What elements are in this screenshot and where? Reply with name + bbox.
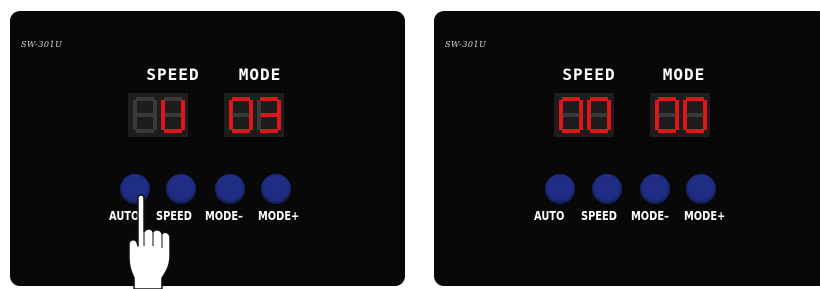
pointing-hand-icon [128, 194, 171, 289]
speed-button-label: SPEED [581, 209, 617, 223]
speed-digit-2 [161, 97, 185, 133]
speed-label: SPEED [562, 65, 616, 84]
mode-label: MODE [238, 65, 282, 84]
mode-minus-button[interactable] [640, 174, 670, 204]
mode-digit-2 [257, 97, 281, 133]
mode-display [224, 93, 284, 137]
mode-minus-label: MODE– [205, 209, 243, 223]
mode-digit-1 [229, 97, 253, 133]
mode-minus-button[interactable] [215, 174, 245, 204]
speed-digit-1 [559, 97, 583, 133]
model-label: SW-301U [21, 40, 63, 49]
mode-digit-1 [655, 97, 679, 133]
auto-button[interactable] [545, 174, 575, 204]
mode-minus-label: MODE– [631, 209, 669, 223]
controller-panel-right: SW-301U SPEED MODE AUTO SPEED MODE– MODE… [434, 11, 820, 286]
model-label: SW-301U [445, 40, 487, 49]
mode-plus-button[interactable] [261, 174, 291, 204]
mode-plus-button[interactable] [686, 174, 716, 204]
speed-digit-1 [133, 97, 157, 133]
auto-label: AUTO [534, 209, 565, 223]
speed-display [128, 93, 188, 137]
mode-plus-label: MODE+ [258, 209, 300, 223]
mode-display [650, 93, 710, 137]
button-labels: AUTO SPEED MODE– MODE+ [434, 209, 820, 229]
speed-label: SPEED [146, 65, 200, 84]
mode-digit-2 [683, 97, 707, 133]
speed-button[interactable] [592, 174, 622, 204]
button-labels: AUTO SPEED MODE– MODE+ [10, 209, 405, 229]
mode-label: MODE [662, 65, 706, 84]
mode-plus-label: MODE+ [684, 209, 726, 223]
speed-digit-2 [587, 97, 611, 133]
speed-display [554, 93, 614, 137]
controller-panel-left: SW-301U SPEED MODE AUTO SPEED MODE– MODE… [10, 11, 405, 289]
